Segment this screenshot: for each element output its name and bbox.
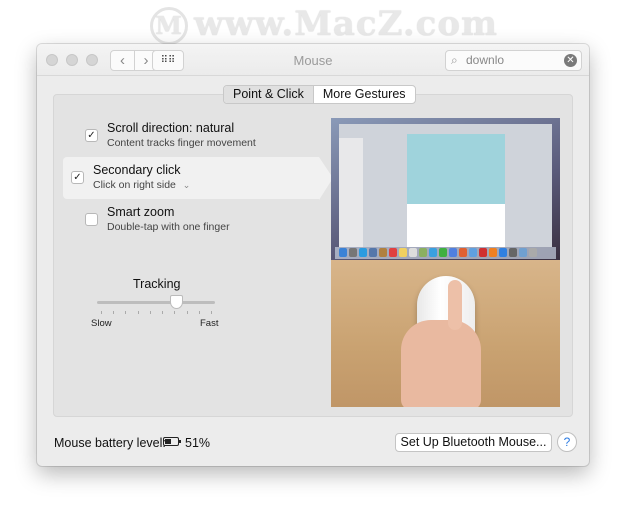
settings-panel: ✓ Scroll direction: natural Content trac… xyxy=(53,94,573,417)
title-bar: ‹ › ⠿⠿ Mouse ⌕ downlo ✕ xyxy=(37,44,589,76)
dock-app-icon xyxy=(439,248,447,257)
battery-label: Mouse battery level: xyxy=(54,436,166,450)
slow-label: Slow xyxy=(91,318,112,329)
dock-app-icon xyxy=(459,248,467,257)
option-smart-zoom[interactable]: Smart zoom Double-tap with one finger xyxy=(70,199,320,241)
tick-mark xyxy=(149,311,151,314)
option-subtitle: Click on right side xyxy=(93,179,176,191)
tick-mark xyxy=(198,311,200,314)
dock-app-icon xyxy=(449,248,457,257)
dock-app-icon xyxy=(419,248,427,257)
watermark-logo: Mwww.MacZ.com xyxy=(150,4,498,45)
tracking-slider-thumb[interactable] xyxy=(169,295,183,309)
clear-search-icon[interactable]: ✕ xyxy=(564,54,577,67)
dock-app-icon xyxy=(469,248,477,257)
dock-app-icon xyxy=(499,248,507,257)
option-subtitle: Content tracks finger movement xyxy=(107,137,256,149)
tick-mark xyxy=(162,311,164,314)
demo-hand-mouse-image xyxy=(331,260,560,407)
scroll-direction-checkbox[interactable]: ✓ xyxy=(85,129,98,142)
dock-app-icon xyxy=(489,248,497,257)
option-secondary-click[interactable]: ✓ Secondary click Click on right side ⌄ xyxy=(63,157,333,200)
tracking-label: Tracking xyxy=(133,277,181,291)
dock-app-icon xyxy=(349,248,357,257)
setup-bluetooth-mouse-button[interactable]: Set Up Bluetooth Mouse... xyxy=(395,433,552,452)
tick-mark xyxy=(211,311,212,314)
dock-app-icon xyxy=(509,248,517,257)
chevron-down-icon: ⌄ xyxy=(182,180,191,190)
search-input[interactable]: ⌕ downlo ✕ xyxy=(445,50,582,71)
mouse-preferences-window: ‹ › ⠿⠿ Mouse ⌕ downlo ✕ Point & Click Mor… xyxy=(37,44,589,466)
demo-screen-image xyxy=(331,118,560,260)
tick-mark xyxy=(174,311,176,314)
tick-mark xyxy=(101,311,102,314)
battery-value: 51% xyxy=(185,436,211,450)
option-label: Scroll direction: natural xyxy=(107,121,235,135)
tick-mark xyxy=(137,311,139,314)
dock-app-icon xyxy=(409,248,417,257)
fast-label: Fast xyxy=(200,318,219,329)
search-value: downlo xyxy=(466,53,505,67)
option-label: Smart zoom xyxy=(107,205,175,219)
tab-point-and-click[interactable]: Point & Click xyxy=(224,86,314,103)
search-icon: ⌕ xyxy=(451,53,458,67)
gesture-demo-video xyxy=(331,118,560,407)
dock-app-icon xyxy=(519,248,527,257)
option-label: Secondary click xyxy=(93,163,181,177)
tab-bar: Point & Click More Gestures xyxy=(223,85,416,104)
tracking-slider[interactable] xyxy=(97,295,215,309)
tick-mark xyxy=(113,311,115,314)
option-subtitle: Double-tap with one finger xyxy=(107,221,230,233)
tick-mark xyxy=(125,311,127,314)
dock-app-icon xyxy=(339,248,347,257)
dock-app-icon xyxy=(389,248,397,257)
secondary-click-checkbox[interactable]: ✓ xyxy=(71,171,84,184)
dock-app-icon xyxy=(369,248,377,257)
dock-app-icon xyxy=(429,248,437,257)
dock-app-icon xyxy=(479,248,487,257)
option-scroll-direction[interactable]: ✓ Scroll direction: natural Content trac… xyxy=(70,115,320,157)
tracking-ticks xyxy=(101,311,212,314)
dock-app-icon xyxy=(379,248,387,257)
smart-zoom-checkbox[interactable] xyxy=(85,213,98,226)
tick-mark xyxy=(186,311,188,314)
dock-app-icon xyxy=(529,248,537,257)
secondary-click-dropdown[interactable]: Click on right side ⌄ xyxy=(93,179,190,191)
dock-app-icon xyxy=(359,248,367,257)
help-button[interactable]: ? xyxy=(557,432,577,452)
dock-app-icon xyxy=(399,248,407,257)
tab-more-gestures[interactable]: More Gestures xyxy=(314,86,415,103)
battery-icon xyxy=(163,437,181,446)
